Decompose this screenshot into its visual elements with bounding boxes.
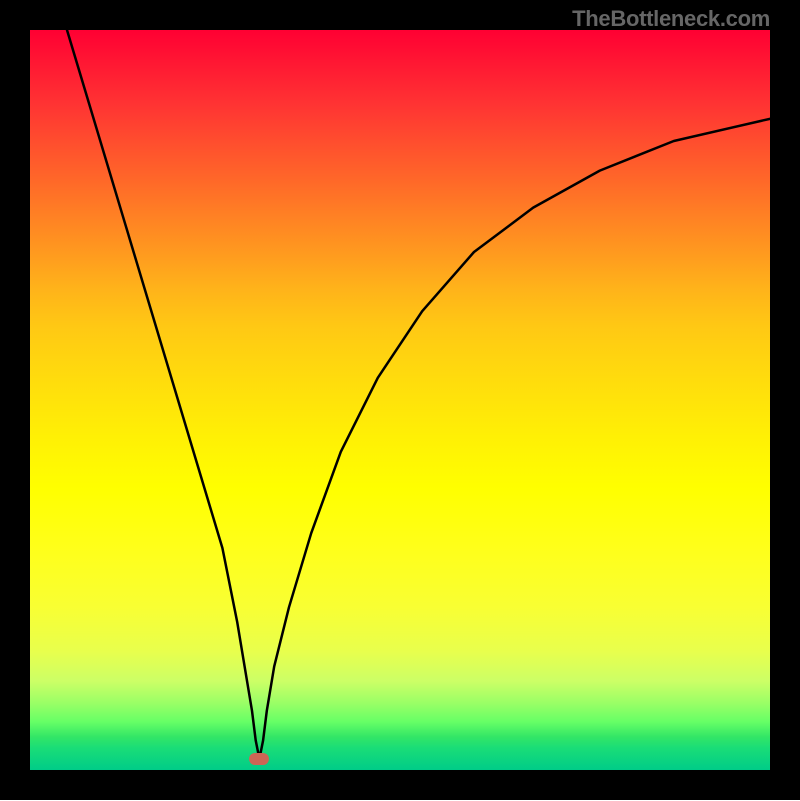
chart-frame: TheBottleneck.com: [0, 0, 800, 800]
curve-layer: [30, 30, 770, 770]
minimum-marker: [249, 753, 269, 765]
bottleneck-curve: [67, 30, 770, 759]
plot-area: [30, 30, 770, 770]
watermark-label: TheBottleneck.com: [572, 6, 770, 32]
